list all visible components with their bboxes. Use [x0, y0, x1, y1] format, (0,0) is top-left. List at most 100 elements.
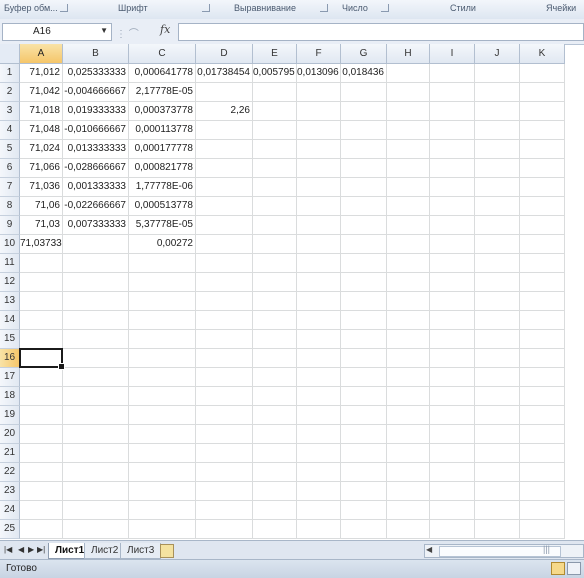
cell-d12[interactable] — [196, 273, 253, 292]
horizontal-scrollbar[interactable]: ◀ ||| — [424, 544, 584, 558]
cell-c10[interactable]: 0,00272 — [129, 235, 196, 254]
cell-b16[interactable] — [63, 349, 129, 368]
cell-j9[interactable] — [475, 216, 520, 235]
row-header-8[interactable]: 8 — [0, 197, 20, 216]
column-header-a[interactable]: A — [20, 44, 63, 64]
cell-a12[interactable] — [20, 273, 63, 292]
cell-b25[interactable] — [63, 520, 129, 539]
cell-h15[interactable] — [387, 330, 430, 349]
cell-k23[interactable] — [520, 482, 565, 501]
prev-sheet-icon[interactable]: ◀ — [18, 545, 24, 554]
cell-j8[interactable] — [475, 197, 520, 216]
cell-h7[interactable] — [387, 178, 430, 197]
row-header-23[interactable]: 23 — [0, 482, 20, 501]
cell-h24[interactable] — [387, 501, 430, 520]
cell-j20[interactable] — [475, 425, 520, 444]
cell-f2[interactable] — [297, 83, 341, 102]
cell-f11[interactable] — [297, 254, 341, 273]
cell-c24[interactable] — [129, 501, 196, 520]
cell-d25[interactable] — [196, 520, 253, 539]
cell-i12[interactable] — [430, 273, 475, 292]
ribbon-group-styles[interactable]: Стили — [450, 3, 476, 13]
cell-f16[interactable] — [297, 349, 341, 368]
row-header-17[interactable]: 17 — [0, 368, 20, 387]
cell-c9[interactable]: 5,37778E-05 — [129, 216, 196, 235]
cell-f10[interactable] — [297, 235, 341, 254]
cell-e9[interactable] — [253, 216, 297, 235]
cell-j12[interactable] — [475, 273, 520, 292]
cell-k4[interactable] — [520, 121, 565, 140]
cell-i5[interactable] — [430, 140, 475, 159]
normal-view-icon[interactable] — [551, 562, 565, 575]
row-header-22[interactable]: 22 — [0, 463, 20, 482]
cell-f20[interactable] — [297, 425, 341, 444]
cell-c12[interactable] — [129, 273, 196, 292]
cell-h11[interactable] — [387, 254, 430, 273]
cell-g13[interactable] — [341, 292, 387, 311]
cell-h14[interactable] — [387, 311, 430, 330]
cell-b17[interactable] — [63, 368, 129, 387]
cell-f23[interactable] — [297, 482, 341, 501]
cell-e2[interactable] — [253, 83, 297, 102]
cell-e1[interactable]: 0,005795 — [253, 64, 297, 83]
cell-k22[interactable] — [520, 463, 565, 482]
cell-e7[interactable] — [253, 178, 297, 197]
cell-c11[interactable] — [129, 254, 196, 273]
cell-h10[interactable] — [387, 235, 430, 254]
cell-a1[interactable]: 71,012 — [20, 64, 63, 83]
cell-h25[interactable] — [387, 520, 430, 539]
row-header-20[interactable]: 20 — [0, 425, 20, 444]
cell-g7[interactable] — [341, 178, 387, 197]
cell-a22[interactable] — [20, 463, 63, 482]
cell-c7[interactable]: 1,77778E-06 — [129, 178, 196, 197]
cell-d9[interactable] — [196, 216, 253, 235]
font-dialog-launcher-icon[interactable] — [202, 4, 210, 12]
cell-e23[interactable] — [253, 482, 297, 501]
cell-j1[interactable] — [475, 64, 520, 83]
cell-b20[interactable] — [63, 425, 129, 444]
cell-b10[interactable] — [63, 235, 129, 254]
clipboard-dialog-launcher-icon[interactable] — [60, 4, 68, 12]
cell-i13[interactable] — [430, 292, 475, 311]
cell-d1[interactable]: 0,01738454 — [196, 64, 253, 83]
cell-h8[interactable] — [387, 197, 430, 216]
cell-b2[interactable]: -0,004666667 — [63, 83, 129, 102]
cell-d2[interactable] — [196, 83, 253, 102]
cell-c4[interactable]: 0,000113778 — [129, 121, 196, 140]
row-header-14[interactable]: 14 — [0, 311, 20, 330]
cell-g10[interactable] — [341, 235, 387, 254]
insert-function-icon[interactable]: fx — [160, 23, 170, 36]
cell-h13[interactable] — [387, 292, 430, 311]
cell-e15[interactable] — [253, 330, 297, 349]
cell-i1[interactable] — [430, 64, 475, 83]
cell-h9[interactable] — [387, 216, 430, 235]
ribbon-group-cells[interactable]: Ячейки — [546, 3, 576, 13]
cell-i9[interactable] — [430, 216, 475, 235]
row-header-4[interactable]: 4 — [0, 121, 20, 140]
cell-g15[interactable] — [341, 330, 387, 349]
formula-input[interactable] — [178, 23, 584, 41]
cell-e8[interactable] — [253, 197, 297, 216]
cell-d10[interactable] — [196, 235, 253, 254]
column-header-g[interactable]: G — [341, 44, 387, 64]
cell-h21[interactable] — [387, 444, 430, 463]
cell-e5[interactable] — [253, 140, 297, 159]
cell-i6[interactable] — [430, 159, 475, 178]
cell-e10[interactable] — [253, 235, 297, 254]
cell-e18[interactable] — [253, 387, 297, 406]
cell-c16[interactable] — [129, 349, 196, 368]
cell-h23[interactable] — [387, 482, 430, 501]
cell-e3[interactable] — [253, 102, 297, 121]
cell-a23[interactable] — [20, 482, 63, 501]
cell-b6[interactable]: -0,028666667 — [63, 159, 129, 178]
cell-k6[interactable] — [520, 159, 565, 178]
cell-a3[interactable]: 71,018 — [20, 102, 63, 121]
cell-k24[interactable] — [520, 501, 565, 520]
cell-b14[interactable] — [63, 311, 129, 330]
cell-f7[interactable] — [297, 178, 341, 197]
cell-d15[interactable] — [196, 330, 253, 349]
row-header-12[interactable]: 12 — [0, 273, 20, 292]
cell-e11[interactable] — [253, 254, 297, 273]
cell-g22[interactable] — [341, 463, 387, 482]
cell-b15[interactable] — [63, 330, 129, 349]
